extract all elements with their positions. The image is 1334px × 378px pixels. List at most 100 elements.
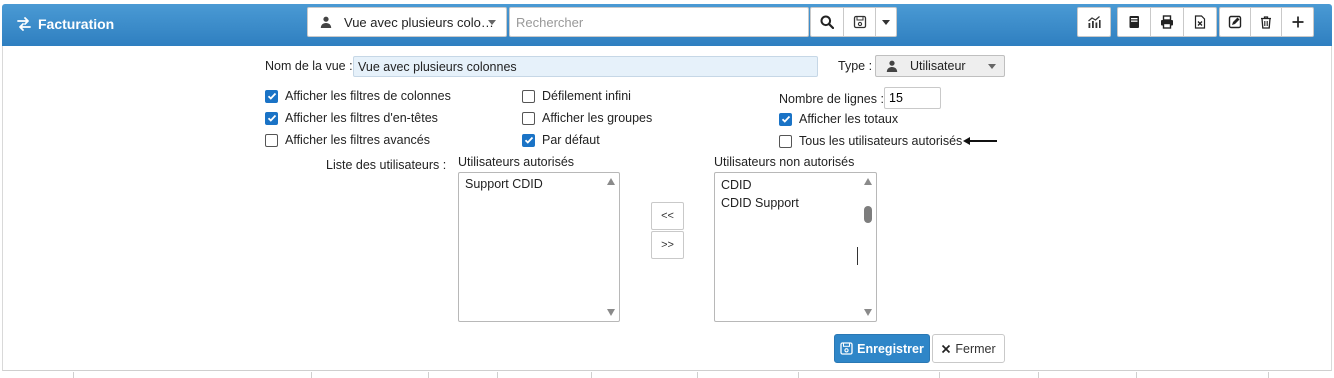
- authorized-users-list[interactable]: Support CDID: [458, 172, 620, 322]
- close-icon: [942, 344, 951, 353]
- grid-divider: [497, 372, 498, 378]
- checkbox-label: Afficher les filtres de colonnes: [285, 89, 451, 103]
- print-icon: [1161, 15, 1173, 29]
- scroll-up-icon[interactable]: [607, 178, 615, 185]
- checkbox-label: Défilement infini: [542, 89, 631, 103]
- excel-export-button[interactable]: [1183, 7, 1217, 37]
- view-name-label: Nom de la vue :: [265, 59, 353, 73]
- app-title-text: Facturation: [38, 16, 115, 32]
- chart-icon: [1088, 16, 1101, 28]
- app-title: Facturation: [16, 16, 114, 32]
- view-options-dropdown[interactable]: [875, 7, 897, 37]
- scroll-down-icon[interactable]: [864, 309, 872, 316]
- grid-divider: [311, 372, 312, 378]
- type-label: Type :: [838, 59, 873, 73]
- print-button[interactable]: [1150, 7, 1184, 37]
- checkbox-checked[interactable]: [265, 89, 278, 103]
- close-button[interactable]: Fermer: [932, 334, 1005, 363]
- scroll-up-icon[interactable]: [864, 178, 872, 185]
- save-button[interactable]: Enregistrer: [834, 334, 930, 363]
- check-icon: [267, 92, 276, 100]
- grid-divider: [591, 372, 592, 378]
- view-name-field[interactable]: [353, 56, 818, 77]
- text-cursor: [857, 247, 858, 265]
- checkbox-checked[interactable]: [265, 111, 278, 125]
- search-icon: [820, 15, 834, 29]
- checkbox-show-totals[interactable]: Afficher les totaux: [779, 112, 898, 126]
- rows-count-field[interactable]: [884, 87, 941, 109]
- checkbox-label: Afficher les filtres avancés: [285, 133, 430, 147]
- edit-button[interactable]: [1219, 7, 1251, 37]
- list-item[interactable]: CDID Support: [721, 196, 799, 210]
- list-item[interactable]: CDID: [721, 178, 752, 192]
- export-toolbar: [1117, 7, 1217, 37]
- arrow-left-icon: [963, 137, 997, 145]
- checkbox-label: Afficher les totaux: [799, 112, 899, 126]
- excel-export-icon: [1194, 15, 1206, 29]
- grid-divider: [73, 372, 74, 378]
- grid-divider: [1268, 372, 1269, 378]
- view-selector[interactable]: Vue avec plusieurs colo…: [307, 7, 507, 37]
- view-settings-window: Facturation Vue avec plusieurs colo… Rec…: [0, 0, 1334, 378]
- checkbox-label: Afficher les filtres d'en-têtes: [285, 111, 438, 125]
- checkbox-label: Tous les utilisateurs autorisés: [799, 134, 963, 148]
- checkbox-checked[interactable]: [779, 112, 792, 126]
- user-icon: [320, 16, 332, 28]
- chevron-down-icon: [488, 20, 496, 25]
- check-icon: [267, 114, 276, 122]
- view-selector-value: Vue avec plusieurs colo…: [344, 14, 494, 30]
- chevron-down-icon: [988, 64, 996, 69]
- checkbox-unchecked[interactable]: [522, 111, 535, 125]
- grid-divider: [697, 372, 698, 378]
- book-button[interactable]: [1117, 7, 1151, 37]
- unauthorized-users-label: Utilisateurs non autorisés: [714, 155, 855, 169]
- checkbox-advanced-filters[interactable]: Afficher les filtres avancés: [265, 133, 430, 147]
- rows-label: Nombre de lignes :: [779, 92, 884, 106]
- swap-arrows-icon: [17, 17, 31, 31]
- scrollbar-thumb[interactable]: [864, 206, 872, 223]
- delete-button[interactable]: [1250, 7, 1282, 37]
- move-right-button[interactable]: >>: [651, 231, 684, 259]
- close-button-label: Fermer: [955, 341, 996, 356]
- checkbox-default[interactable]: Par défaut: [522, 133, 600, 147]
- add-button[interactable]: [1281, 7, 1314, 37]
- plus-icon: [1292, 16, 1303, 28]
- book-icon: [1129, 16, 1139, 28]
- checkbox-unchecked[interactable]: [779, 134, 792, 148]
- check-icon: [524, 136, 533, 144]
- checkbox-label: Par défaut: [542, 133, 600, 147]
- unauthorized-users-list[interactable]: CDID CDID Support: [714, 172, 877, 322]
- search-input[interactable]: [509, 7, 809, 37]
- grid-divider: [1038, 372, 1039, 378]
- authorized-users-label: Utilisateurs autorisés: [458, 155, 575, 169]
- save-icon: [840, 342, 853, 355]
- grid-divider: [428, 372, 429, 378]
- chart-button[interactable]: [1077, 7, 1111, 37]
- type-select-value: Utilisateur: [910, 59, 966, 73]
- checkbox-unchecked[interactable]: [265, 133, 278, 147]
- checkbox-infinite-scroll[interactable]: Défilement infini: [522, 89, 631, 103]
- search-button[interactable]: [810, 7, 844, 37]
- scroll-down-icon[interactable]: [607, 309, 615, 316]
- checkbox-column-filters[interactable]: Afficher les filtres de colonnes: [265, 89, 451, 103]
- chevron-down-icon: [882, 19, 890, 25]
- checkbox-show-groups[interactable]: Afficher les groupes: [522, 111, 652, 125]
- grid-divider: [939, 372, 940, 378]
- move-left-button[interactable]: <<: [651, 202, 684, 230]
- save-view-icon: [853, 15, 866, 29]
- checkbox-label: Afficher les groupes: [542, 111, 653, 125]
- checkbox-unchecked[interactable]: [522, 89, 535, 103]
- trash-icon: [1261, 16, 1271, 29]
- checkbox-all-users-authorized[interactable]: Tous les utilisateurs autorisés: [779, 134, 962, 148]
- save-view-button[interactable]: [843, 7, 876, 37]
- user-icon: [886, 60, 898, 72]
- checkbox-checked[interactable]: [522, 133, 535, 147]
- grid-divider: [798, 372, 799, 378]
- type-select[interactable]: Utilisateur: [875, 55, 1005, 77]
- list-item[interactable]: Support CDID: [465, 177, 543, 191]
- check-icon: [781, 115, 790, 123]
- save-button-label: Enregistrer: [857, 341, 924, 356]
- grid-divider: [1136, 372, 1137, 378]
- checkbox-header-filters[interactable]: Afficher les filtres d'en-têtes: [265, 111, 438, 125]
- edit-toolbar: [1219, 7, 1314, 37]
